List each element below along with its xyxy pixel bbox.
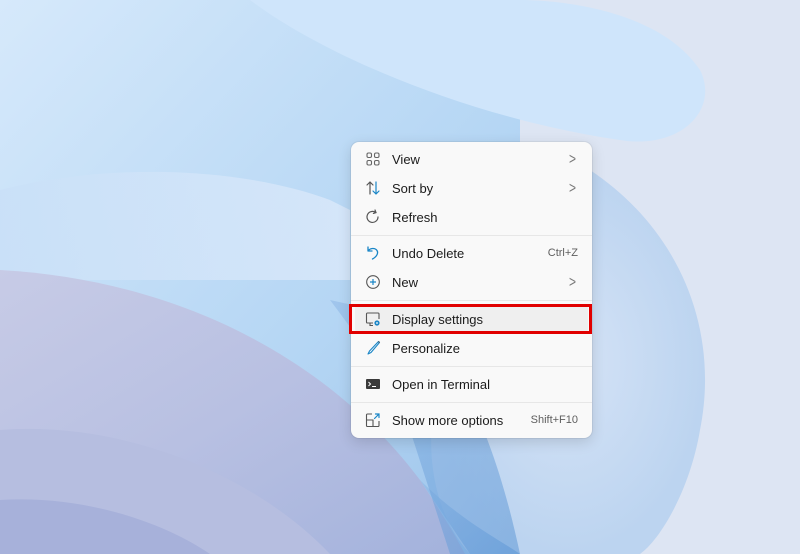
terminal-icon (364, 375, 382, 393)
menu-item-view[interactable]: View > (355, 145, 588, 173)
desktop-context-menu: View > Sort by > Refresh Undo Delete Ctr… (351, 142, 592, 438)
menu-item-label: Sort by (392, 180, 434, 196)
menu-item-show-more-options[interactable]: Show more options Shift+F10 (355, 406, 588, 434)
chevron-right-icon: > (568, 272, 576, 292)
menu-separator (351, 300, 592, 301)
menu-item-label: Open in Terminal (392, 376, 491, 392)
menu-item-label: Refresh (392, 209, 438, 225)
menu-item-personalize[interactable]: Personalize (355, 334, 588, 362)
keyboard-shortcut: Shift+F10 (530, 414, 578, 426)
menu-item-label: Show more options (392, 412, 504, 428)
menu-item-label: Personalize (392, 340, 460, 356)
menu-item-open-in-terminal[interactable]: Open in Terminal (355, 370, 588, 398)
plus-circle-icon (364, 273, 382, 291)
menu-separator (351, 235, 592, 236)
menu-separator (351, 402, 592, 403)
refresh-icon (364, 208, 382, 226)
menu-item-label: Undo Delete (392, 245, 465, 261)
view-grid-icon (364, 150, 382, 168)
menu-item-label: View (392, 151, 420, 167)
menu-item-label: New (392, 274, 419, 290)
sort-arrows-icon (364, 179, 382, 197)
show-more-icon (364, 411, 382, 429)
brush-icon (364, 339, 382, 357)
keyboard-shortcut: Ctrl+Z (547, 247, 578, 259)
menu-item-refresh[interactable]: Refresh (355, 203, 588, 231)
undo-icon (364, 244, 382, 262)
menu-separator (351, 366, 592, 367)
menu-item-new[interactable]: New > (355, 268, 588, 296)
chevron-right-icon: > (568, 149, 576, 169)
menu-item-undo-delete[interactable]: Undo Delete Ctrl+Z (355, 239, 588, 267)
highlight-annotation-box (349, 304, 592, 334)
menu-item-sort-by[interactable]: Sort by > (355, 174, 588, 202)
chevron-right-icon: > (568, 178, 576, 198)
